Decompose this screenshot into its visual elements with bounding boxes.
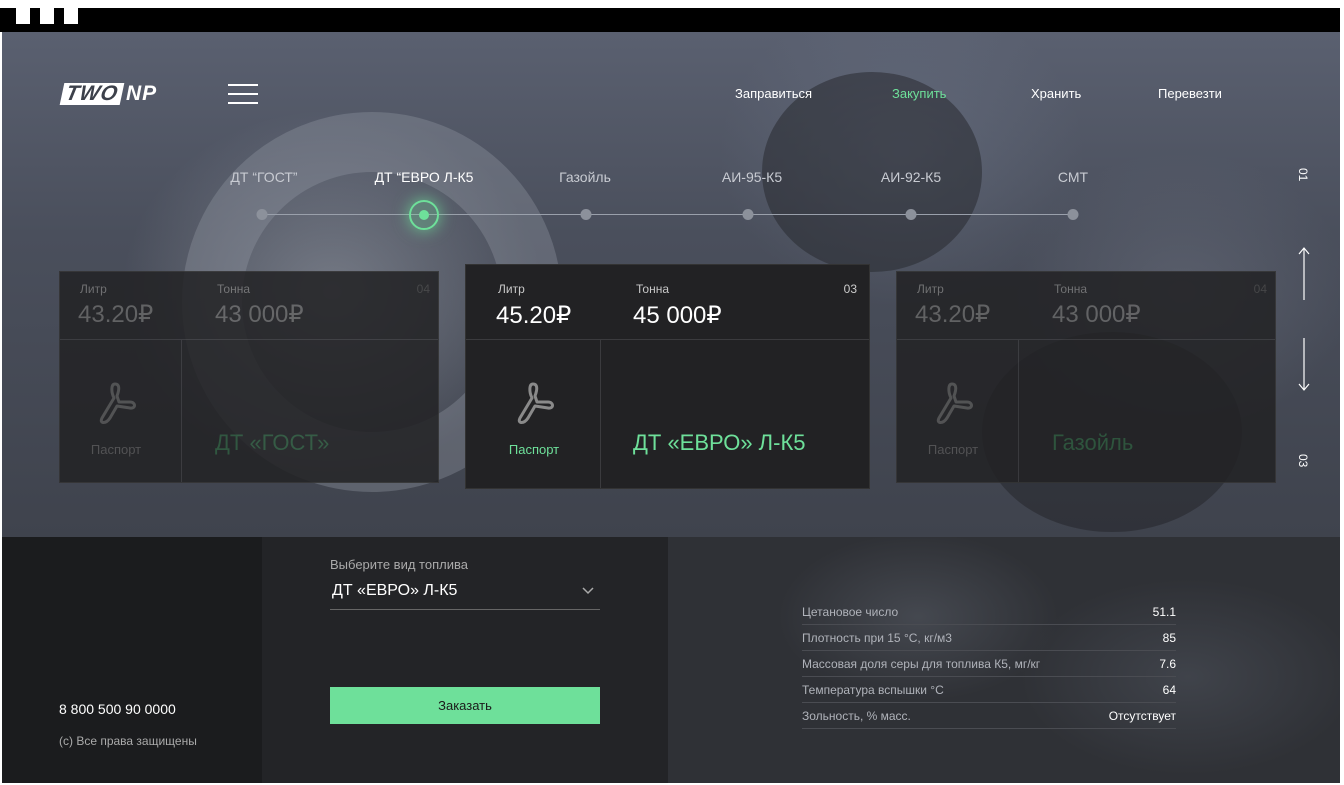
fuel-card-gasoil[interactable]: Литр Тонна 43.20₽ 43 000₽ 04 Паспорт Газ…	[896, 271, 1276, 483]
litre-label: Литр	[80, 282, 107, 296]
passport-button[interactable]: Паспорт	[466, 340, 601, 488]
litre-price: 43.20₽	[78, 301, 154, 328]
spec-value: 51.1	[1152, 605, 1176, 619]
fuel-tab-ai95[interactable]: АИ-95-К5	[722, 169, 782, 185]
background-machinery-shape	[762, 72, 982, 272]
ton-price: 43 000₽	[1052, 301, 1141, 328]
spec-row: Температура вспышки °С 64	[802, 677, 1176, 703]
card-fuel-title: Газойль	[1052, 430, 1134, 455]
fuel-select-label: Выберите вид топлива	[330, 557, 468, 572]
card-fuel-title: ДТ «ГОСТ»	[215, 430, 330, 455]
nav-link-transport[interactable]: Перевезти	[1158, 86, 1222, 101]
ton-label: Тонна	[217, 282, 250, 296]
logo-text: NP	[125, 82, 158, 105]
window-control-3[interactable]	[64, 8, 78, 24]
window-control-2[interactable]	[40, 8, 54, 24]
spec-name: Температура вспышки °С	[802, 683, 944, 697]
window-control-1[interactable]	[16, 8, 30, 24]
spec-row: Массовая доля серы для топлива К5, мг/кг…	[802, 651, 1176, 677]
fuel-select[interactable]: ДТ «ЕВРО» Л-К5	[330, 582, 600, 610]
spec-name: Цетановое число	[802, 605, 899, 619]
fuel-tab-dt-gost[interactable]: ДТ “ГОСТ”	[230, 169, 297, 185]
arrow-up-icon[interactable]	[1294, 246, 1314, 302]
litre-label: Литр	[917, 282, 944, 296]
logo-mark: TWO	[59, 82, 125, 105]
browser-top-strip	[0, 8, 1340, 32]
arrow-down-icon[interactable]	[1294, 336, 1314, 392]
fuel-slider-dot-active[interactable]	[409, 200, 439, 230]
pdf-icon	[99, 382, 136, 424]
pager-total: 03	[1296, 454, 1310, 468]
spec-name: Массовая доля серы для топлива К5, мг/кг	[802, 657, 1041, 671]
card-number: 04	[1253, 282, 1267, 296]
card-number: 03	[843, 282, 857, 296]
footer-order-column	[262, 537, 668, 783]
spec-value: Отсутствует	[1108, 709, 1176, 723]
nav-link-purchase[interactable]: Закупить	[892, 86, 946, 101]
pdf-icon	[936, 382, 973, 424]
spec-row: Зольность, % масс. Отсутствует	[802, 703, 1176, 729]
fuel-slider-dot[interactable]	[742, 209, 754, 220]
passport-label: Паспорт	[508, 442, 560, 457]
card-price-row: Литр Тонна 43.20₽ 43 000₽ 04	[60, 272, 438, 340]
ton-price: 45 000₽	[633, 302, 722, 329]
copyright: (с) Все права защищены	[59, 734, 197, 748]
hamburger-menu-icon[interactable]	[228, 84, 260, 104]
hero-section: TWO NP Заправиться Закупить Хранить Пере…	[2, 32, 1340, 537]
fuel-select-value: ДТ «ЕВРО» Л-К5	[332, 582, 458, 599]
spec-value: 64	[1162, 683, 1176, 697]
fuel-tab-dt-euro[interactable]: ДТ “ЕВРО Л-К5	[375, 169, 474, 185]
ton-price: 43 000₽	[215, 301, 304, 328]
card-fuel-title: ДТ «ЕВРО» Л-К5	[633, 430, 806, 455]
fuel-slider-track	[262, 214, 1076, 215]
litre-price: 45.20₽	[496, 302, 572, 329]
passport-label: Паспорт	[90, 442, 142, 457]
litre-label: Литр	[498, 282, 525, 296]
fuel-card-dt-euro[interactable]: Литр Тонна 45.20₽ 45 000₽ 03 Паспорт ДТ …	[465, 264, 870, 489]
pdf-icon	[517, 382, 554, 424]
fuel-tab-smt[interactable]: СМТ	[1058, 169, 1088, 185]
passport-button[interactable]: Паспорт	[60, 340, 182, 482]
order-button[interactable]: Заказать	[330, 687, 600, 724]
card-number: 04	[416, 282, 430, 296]
nav-link-refuel[interactable]: Заправиться	[735, 86, 812, 101]
fuel-slider-dot[interactable]	[905, 209, 917, 220]
fuel-slider-dot[interactable]	[256, 209, 268, 220]
spec-value: 7.6	[1159, 657, 1176, 671]
ton-label: Тонна	[636, 282, 669, 296]
spec-row: Плотность при 15 °С, кг/м3 85	[802, 625, 1176, 651]
nav-link-store[interactable]: Хранить	[1031, 86, 1081, 101]
card-price-row: Литр Тонна 43.20₽ 43 000₽ 04	[897, 272, 1275, 340]
fuel-tab-gasoil[interactable]: Газойль	[559, 169, 611, 185]
spec-value: 85	[1162, 631, 1176, 645]
logo[interactable]: TWO NP	[59, 82, 158, 106]
litre-price: 43.20₽	[915, 301, 991, 328]
phone-number[interactable]: 8 800 500 90 0000	[59, 701, 176, 717]
passport-button[interactable]: Паспорт	[897, 340, 1019, 482]
ton-label: Тонна	[1054, 282, 1087, 296]
spec-name: Зольность, % масс.	[802, 709, 911, 723]
chevron-down-icon	[582, 587, 594, 595]
passport-label: Паспорт	[927, 442, 979, 457]
footer: 8 800 500 90 0000 (с) Все права защищены…	[2, 537, 1340, 783]
card-price-row: Литр Тонна 45.20₽ 45 000₽ 03	[466, 265, 869, 340]
fuel-slider-dot[interactable]	[1067, 209, 1079, 220]
fuel-slider-dot[interactable]	[580, 209, 592, 220]
spec-row: Цетановое число 51.1	[802, 599, 1176, 625]
fuel-tab-ai92[interactable]: АИ-92-К5	[881, 169, 941, 185]
spec-name: Плотность при 15 °С, кг/м3	[802, 631, 952, 645]
fuel-card-dt-gost[interactable]: Литр Тонна 43.20₽ 43 000₽ 04 Паспорт ДТ …	[59, 271, 439, 483]
pager-current: 01	[1296, 168, 1310, 182]
